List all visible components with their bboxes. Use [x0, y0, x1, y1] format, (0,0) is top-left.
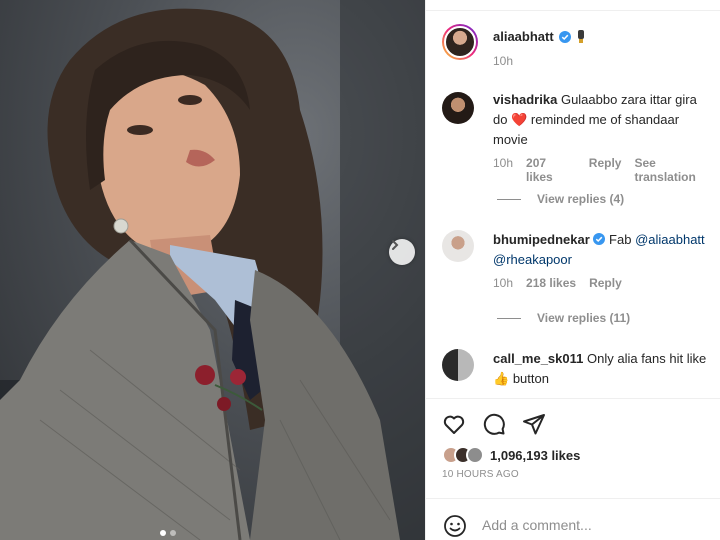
- comment-text: call_me_sk011 Only alia fans hit like 👍 …: [493, 349, 708, 389]
- divider: [426, 10, 720, 11]
- comment-username[interactable]: bhumipednekar: [493, 232, 590, 247]
- comment-time: 10h: [493, 276, 514, 290]
- verified-badge-icon: [558, 30, 571, 43]
- comment-time: 10h: [493, 156, 514, 170]
- divider: [426, 398, 720, 399]
- comment-meta: 10h 207 likes Reply See translation: [493, 156, 720, 184]
- like-button[interactable]: [442, 412, 466, 441]
- comment-text: vishadrika Gulaabbo zara ittar gira do ❤…: [493, 90, 708, 150]
- see-translation-button[interactable]: See translation: [634, 156, 720, 184]
- emoji-icon: [444, 515, 466, 537]
- thumbs-up-emoji-icon: 👍: [493, 371, 510, 386]
- comment-body-end: button: [512, 371, 549, 386]
- liker-avatar: [466, 446, 484, 464]
- comment-username[interactable]: vishadrika: [493, 92, 557, 107]
- view-replies-label: View replies (4): [537, 192, 625, 206]
- view-replies-button[interactable]: View replies (4): [497, 192, 624, 206]
- author-avatar[interactable]: [442, 24, 478, 60]
- carousel-dot: [160, 530, 166, 536]
- commenter-avatar[interactable]: [442, 349, 474, 381]
- share-icon: [523, 414, 545, 435]
- comment-text: bhumipednekar Fab @aliaabhatt @rheakapoo…: [493, 230, 708, 270]
- view-replies-label: View replies (11): [537, 311, 631, 325]
- mention-link[interactable]: @aliaabhatt: [635, 232, 705, 247]
- photo-illustration: [0, 0, 425, 540]
- emoji-button[interactable]: [443, 514, 467, 540]
- comment-body: Only alia fans hit like: [587, 351, 707, 366]
- chevron-right-icon: [392, 240, 399, 250]
- heart-icon: [443, 415, 465, 434]
- author-username[interactable]: aliaabhatt: [493, 29, 554, 44]
- comment-likes[interactable]: 218 likes: [526, 276, 576, 290]
- post-sidebar: aliaabhatt 10h vishadrika Gulaabbo zara …: [425, 0, 720, 540]
- mention-link[interactable]: @rheakapoor: [493, 252, 572, 267]
- carousel-dot: [170, 530, 176, 536]
- likes-summary[interactable]: 1,096,193 likes: [442, 446, 580, 464]
- post-time: 10h: [493, 54, 514, 68]
- reply-button[interactable]: Reply: [589, 276, 622, 290]
- post-timestamp[interactable]: 10 HOURS AGO: [442, 469, 519, 480]
- next-photo-button[interactable]: [389, 239, 415, 265]
- share-button[interactable]: [522, 412, 546, 441]
- comment-meta: 10h 218 likes Reply: [493, 276, 622, 290]
- commenter-avatar[interactable]: [442, 92, 474, 124]
- divider: [426, 498, 720, 499]
- comment-input[interactable]: [482, 517, 702, 533]
- comment-likes[interactable]: 207 likes: [526, 156, 576, 184]
- comment-button[interactable]: [482, 412, 506, 441]
- verified-badge-icon: [593, 233, 606, 245]
- comment-icon: [483, 413, 505, 435]
- commenter-avatar[interactable]: [442, 230, 474, 262]
- post-photo: [0, 0, 425, 540]
- likes-count[interactable]: 1,096,193 likes: [490, 448, 580, 463]
- heart-emoji-icon: ❤️: [511, 112, 528, 127]
- carousel-dots: [160, 530, 176, 536]
- view-replies-button[interactable]: View replies (11): [497, 311, 630, 325]
- rocket-emoji-icon: [577, 29, 584, 43]
- comment-username[interactable]: call_me_sk011: [493, 351, 583, 366]
- reply-button[interactable]: Reply: [589, 156, 622, 184]
- comment-body: Fab: [609, 232, 632, 247]
